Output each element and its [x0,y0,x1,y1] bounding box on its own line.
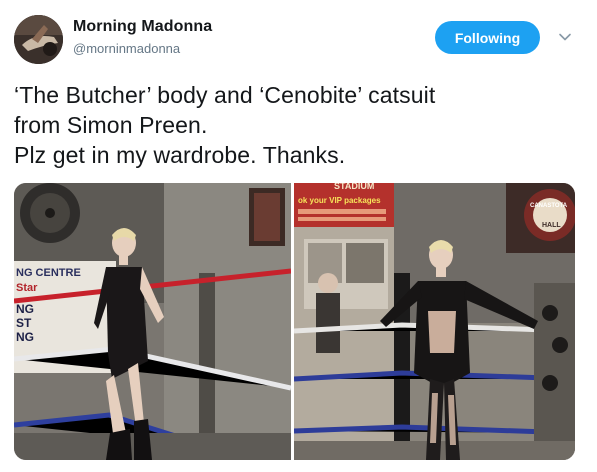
tweet-line: from Simon Preen. [14,112,208,138]
author-name[interactable]: Morning Madonna [73,18,212,36]
sign-text: ok your VIP packages [298,196,381,205]
tweet-photo-1[interactable]: NG CENTRE Star NG ST NG [14,183,291,460]
author-handle[interactable]: @morninmadonna [73,41,180,56]
chevron-down-icon[interactable] [557,29,573,45]
banner-text: Star [16,282,38,294]
tweet-text: ‘The Butcher’ body and ‘Cenobite’ catsui… [14,80,584,170]
banner-text: NG CENTRE [16,267,81,279]
emblem-text: HALL [542,222,561,229]
banner-text: NG [16,302,34,316]
avatar-image [14,15,63,64]
emblem-text: CANASTOTA [530,203,568,209]
banner-text: ST [16,316,32,330]
tweet-line: ‘The Butcher’ body and ‘Cenobite’ catsui… [14,82,436,108]
tweet-line: Plz get in my wardrobe. Thanks. [14,142,346,168]
tweet-photo-2[interactable]: STADIUM ok your VIP packages CANASTOTA H… [294,183,575,460]
boxing-ring-photo-1: NG CENTRE Star NG ST NG [14,183,291,460]
author-avatar[interactable] [14,15,63,64]
boxing-ring-photo-2: STADIUM ok your VIP packages CANASTOTA H… [294,183,575,460]
banner-text: NG [16,330,34,344]
sign-text: STADIUM [334,183,374,191]
following-button[interactable]: Following [435,21,540,54]
